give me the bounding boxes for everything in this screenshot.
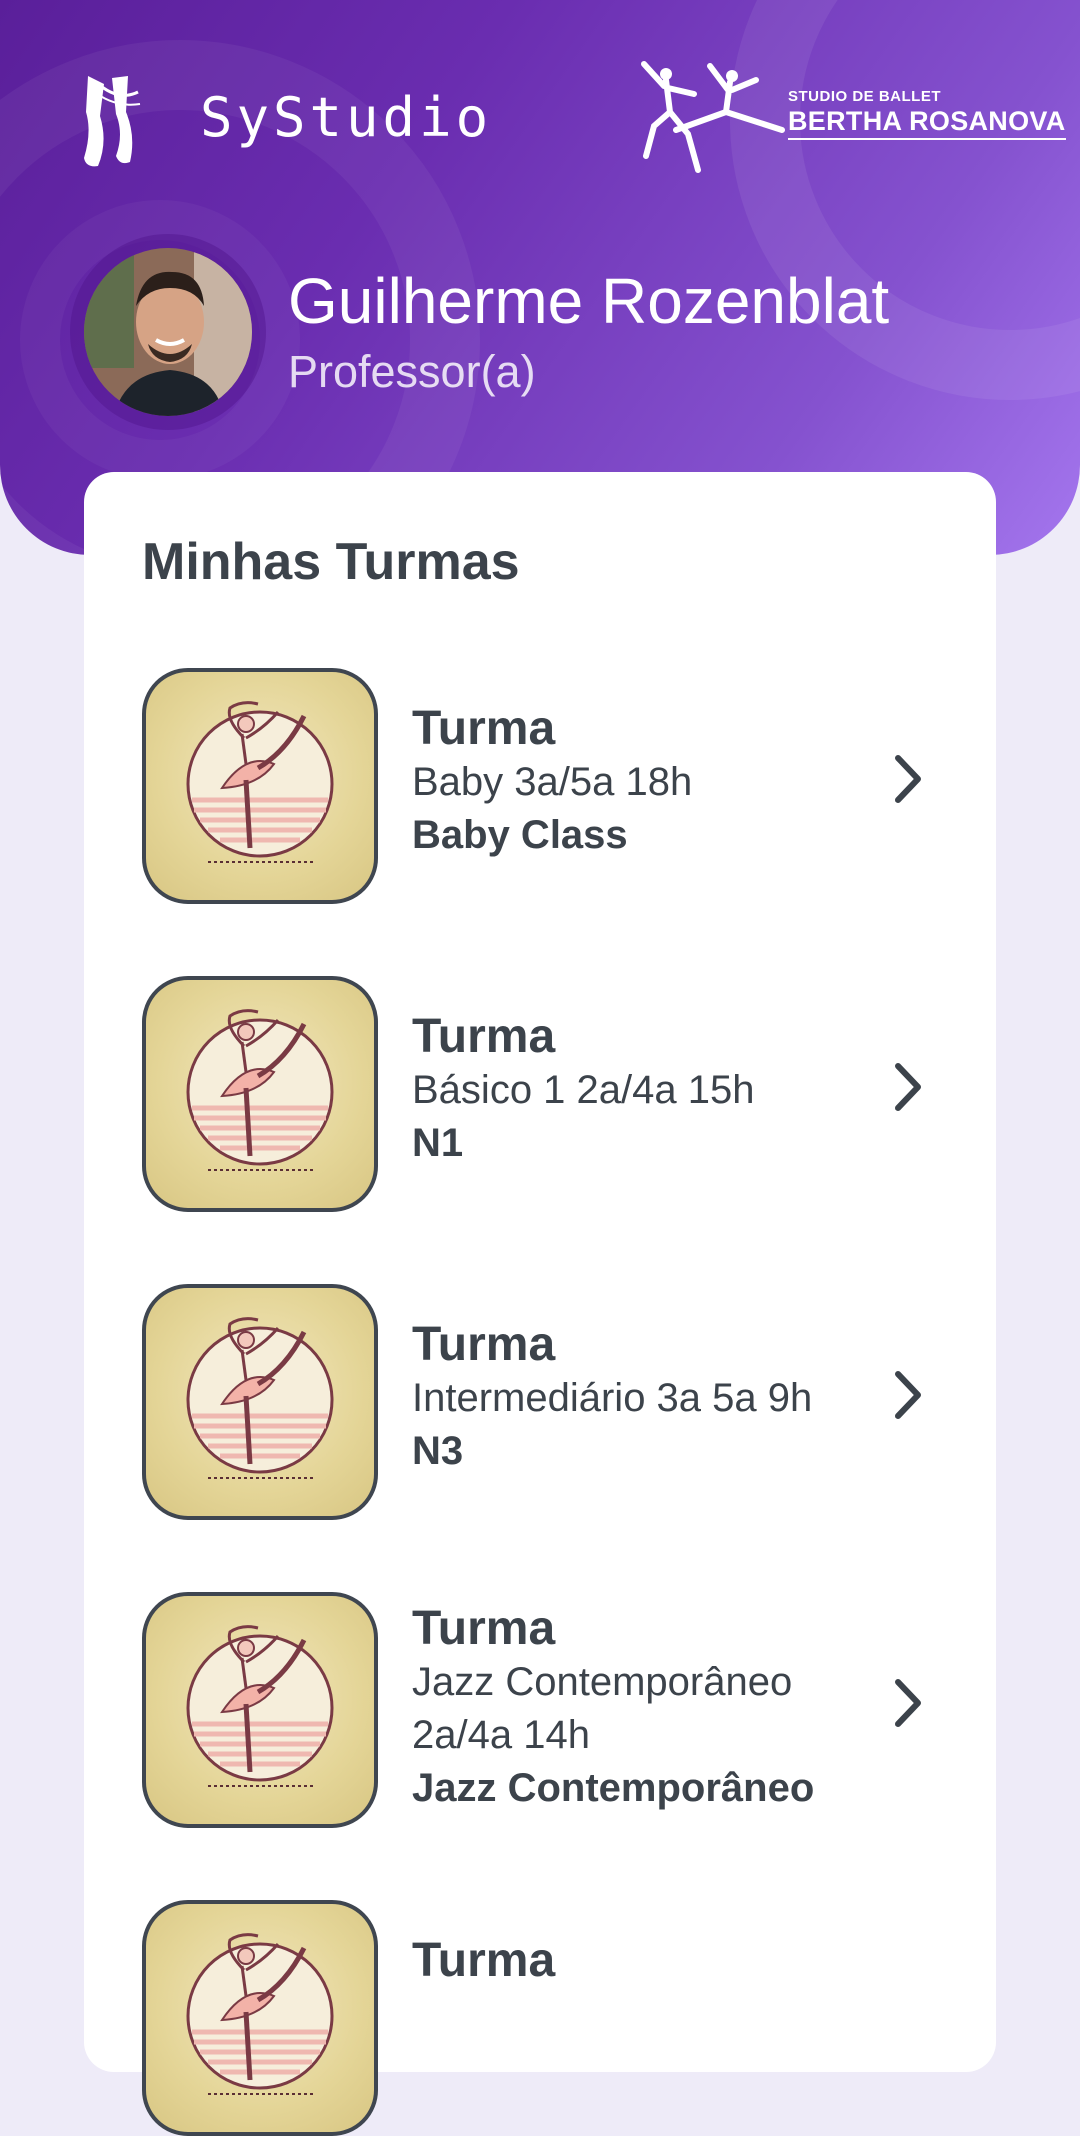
dancers-icon — [641, 61, 785, 173]
avatar — [84, 248, 252, 416]
classes-card: Minhas Turmas Turma Baby 3a/5a 18h Baby … — [84, 472, 996, 2136]
class-list-item[interactable]: Turma Intermediário 3a 5a 9h N3 — [142, 1284, 962, 1520]
class-schedule: Intermediário 3a 5a 9h — [412, 1376, 813, 1420]
class-name: N3 — [412, 1429, 464, 1473]
app-name: SyStudio — [200, 86, 493, 149]
ballerina-icon — [142, 668, 378, 904]
chevron-right-icon[interactable] — [890, 1060, 926, 1114]
studio-logo-title: BERTHA ROSANOVA — [788, 106, 1066, 140]
ballerina-icon — [142, 1284, 378, 1520]
user-role: Professor(a) — [288, 346, 536, 397]
chevron-right-icon[interactable] — [890, 1676, 926, 1730]
class-name: Jazz Contemporâneo — [412, 1766, 815, 1810]
class-label: Turma — [412, 1318, 556, 1371]
ballerina-icon — [142, 976, 378, 1212]
chevron-right-icon[interactable] — [890, 752, 926, 806]
class-list-item[interactable]: Turma — [142, 1900, 962, 2136]
class-schedule: Básico 1 2a/4a 15h — [412, 1068, 755, 1112]
class-schedule: Baby 3a/5a 18h — [412, 760, 693, 804]
class-list-item[interactable]: Turma Baby 3a/5a 18h Baby Class — [142, 668, 962, 904]
class-schedule: Jazz Contemporâneo 2a/4a 14h — [412, 1660, 793, 1757]
class-list-item[interactable]: Turma Jazz Contemporâneo 2a/4a 14h Jazz … — [142, 1592, 962, 1828]
class-label: Turma — [412, 702, 556, 755]
class-label: Turma — [412, 1602, 556, 1655]
ballerina-icon — [142, 1900, 378, 2136]
class-name: N1 — [412, 1121, 464, 1165]
studio-logo-subtitle: STUDIO DE BALLET — [788, 88, 941, 105]
ballerina-icon — [142, 1592, 378, 1828]
class-list-item[interactable]: Turma Básico 1 2a/4a 15h N1 — [142, 976, 962, 1212]
chevron-right-icon[interactable] — [890, 1368, 926, 1422]
class-name: Baby Class — [412, 813, 628, 857]
class-label: Turma — [412, 1010, 556, 1063]
pointe-shoes-icon — [84, 76, 141, 167]
class-label: Turma — [412, 1934, 556, 1987]
user-name: Guilherme Rozenblat — [288, 265, 890, 337]
studio-logo: STUDIO DE BALLET BERTHA ROSANOVA — [636, 60, 1066, 178]
section-title: Minhas Turmas — [142, 533, 520, 591]
